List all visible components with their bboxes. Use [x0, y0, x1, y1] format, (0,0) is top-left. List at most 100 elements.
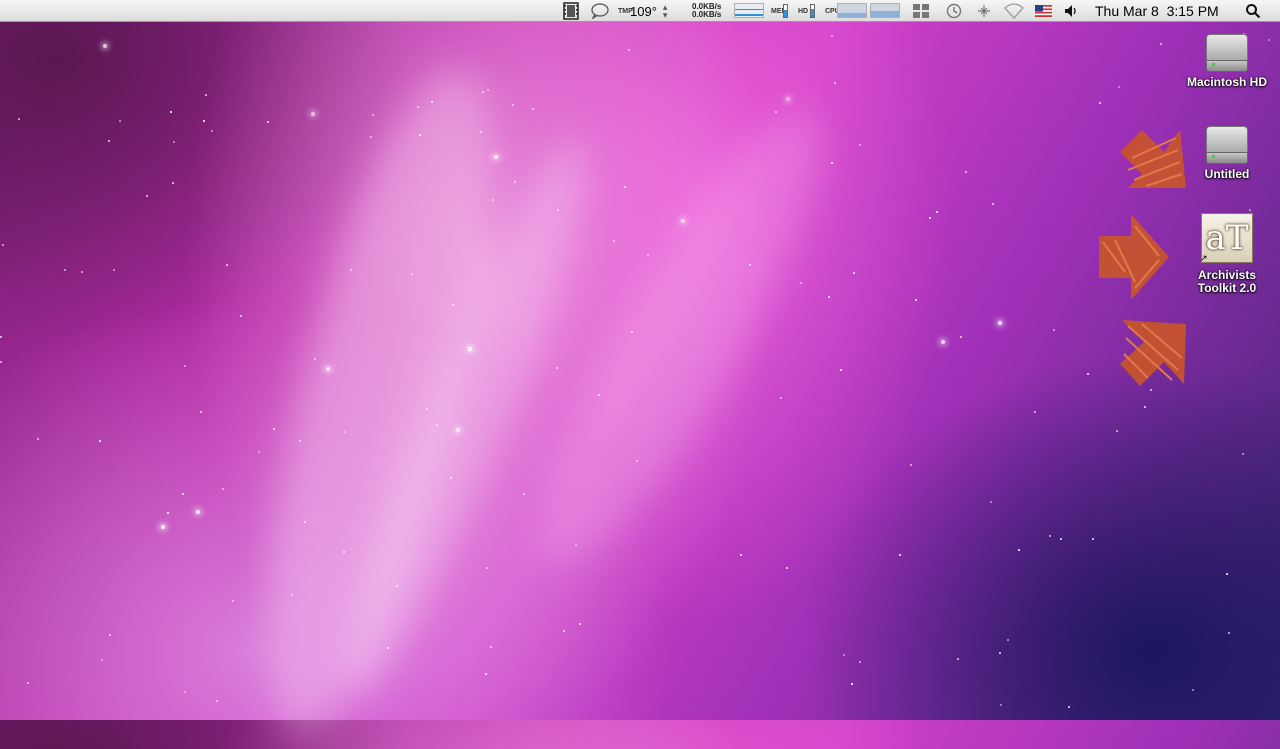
star: [343, 551, 345, 553]
star: [859, 144, 861, 146]
star: [965, 171, 967, 173]
star: [910, 464, 912, 466]
star: [941, 340, 945, 344]
star: [196, 510, 200, 514]
star: [1007, 639, 1009, 641]
star: [840, 369, 842, 371]
alias-arrow-icon: ↗: [1200, 254, 1208, 264]
star: [109, 634, 111, 636]
app-glyph: aT: [1205, 218, 1249, 258]
star: [480, 131, 482, 133]
star: [182, 493, 184, 495]
star: [172, 182, 174, 184]
temperature-monitor[interactable]: TMP 109° ▴ ▾: [618, 0, 667, 22]
star: [557, 209, 559, 211]
star: [490, 646, 492, 648]
menu-clock[interactable]: Thu Mar 8 3:15 PM: [1095, 0, 1219, 22]
star: [494, 155, 498, 159]
star: [211, 130, 213, 132]
star: [1242, 453, 1244, 455]
volume-icon[interactable]: [1064, 0, 1078, 22]
arrow-pointing-to-untitled: [1120, 130, 1186, 188]
desktop-wallpaper: [0, 0, 1280, 749]
speech-bubble-icon[interactable]: [590, 0, 610, 22]
star: [417, 106, 419, 108]
wifi-icon[interactable]: [1003, 0, 1025, 22]
network-download-rate: 0.0KB/s: [692, 10, 722, 19]
network-activity[interactable]: 0.0KB/s 0.0KB/s: [692, 0, 721, 22]
star: [1018, 549, 1020, 551]
spotlight-search-icon[interactable]: [1245, 0, 1261, 22]
time-machine-icon[interactable]: [945, 0, 963, 22]
star: [1099, 102, 1101, 104]
star: [1226, 573, 1228, 575]
desktop-icon-untitled[interactable]: Untitled: [1182, 122, 1272, 181]
star: [628, 49, 630, 51]
star: [915, 299, 917, 301]
star: [372, 114, 374, 116]
star: [258, 451, 260, 453]
cpu-meter[interactable]: CPU: [825, 0, 840, 22]
desktop-icon-archivists-toolkit[interactable]: aT ↗ Archivists Toolkit 2.0: [1182, 213, 1272, 295]
star: [899, 554, 901, 556]
star: [775, 111, 777, 113]
star: [613, 240, 615, 242]
star: [1249, 209, 1251, 211]
star: [1049, 535, 1051, 537]
star: [314, 358, 316, 360]
star: [828, 296, 830, 298]
star: [205, 94, 207, 96]
star: [326, 367, 330, 371]
star: [1087, 373, 1089, 375]
temperature-value: 109°: [630, 3, 657, 19]
star: [1144, 406, 1146, 408]
star: [387, 647, 389, 649]
star: [800, 282, 802, 284]
star: [786, 567, 788, 569]
memory-meter[interactable]: MEM: [771, 0, 787, 22]
star: [740, 554, 742, 556]
star: [37, 438, 39, 440]
bluetooth-icon[interactable]: [976, 0, 992, 22]
desktop-icon-label: Untitled: [1204, 167, 1250, 181]
star: [487, 89, 489, 91]
star: [226, 264, 228, 266]
star: [681, 219, 685, 223]
arrow-pointing-to-archivists-toolkit: [1099, 214, 1169, 300]
desktop-icon-label: Macintosh HD: [1186, 75, 1267, 89]
star: [786, 97, 790, 101]
film-strip-icon[interactable]: [563, 0, 579, 22]
disk-label: HD: [798, 7, 809, 15]
star: [103, 44, 107, 48]
star: [167, 512, 169, 514]
cpu-graph-1: [837, 3, 867, 18]
star: [456, 428, 460, 432]
star: [523, 493, 525, 495]
star: [0, 361, 2, 363]
star: [232, 600, 234, 602]
star: [0, 336, 2, 338]
star: [834, 82, 836, 84]
network-graph: [734, 3, 764, 18]
star: [992, 203, 994, 205]
star: [1116, 430, 1118, 432]
star: [1092, 538, 1094, 540]
star: [512, 104, 514, 106]
star: [200, 411, 202, 413]
star: [468, 347, 472, 351]
star: [936, 211, 938, 213]
star: [299, 440, 301, 442]
star: [344, 431, 346, 433]
cpu-label: CPU: [825, 7, 840, 15]
star: [396, 585, 398, 587]
us-flag-icon[interactable]: [1035, 0, 1052, 22]
star: [1068, 706, 1070, 708]
star: [146, 195, 148, 197]
star: [81, 271, 83, 273]
star: [1000, 704, 1002, 706]
disk-meter[interactable]: HD: [798, 0, 809, 22]
desktop-icon-macintosh-hd[interactable]: Macintosh HD: [1182, 30, 1272, 89]
star: [370, 136, 372, 138]
spaces-icon[interactable]: [912, 0, 930, 22]
star: [108, 140, 110, 142]
